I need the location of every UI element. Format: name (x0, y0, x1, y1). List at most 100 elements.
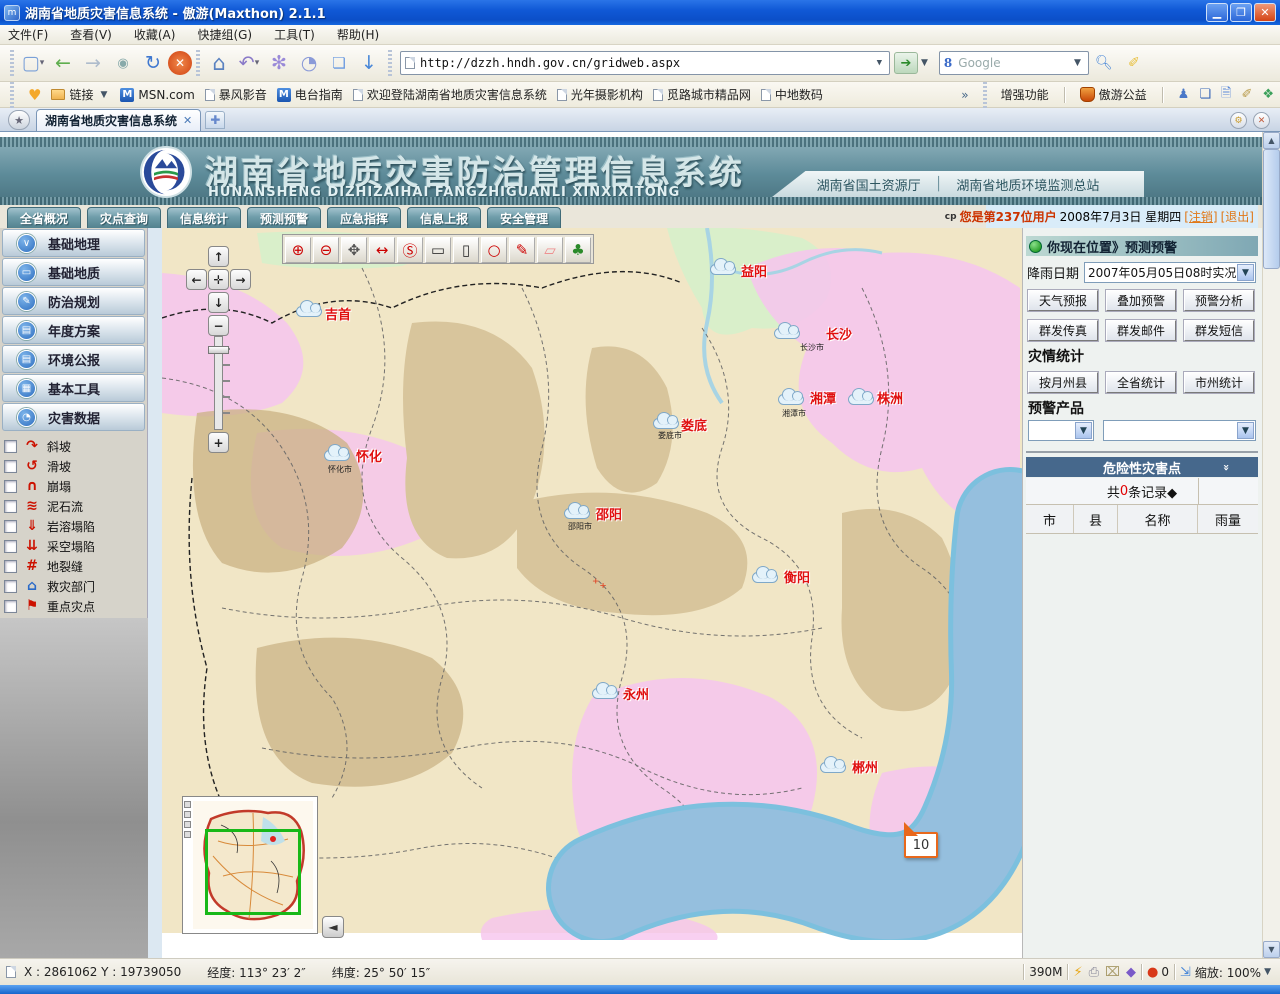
tab-active[interactable]: 湖南省地质灾害信息系统 ✕ (36, 109, 201, 131)
undo-icon[interactable]: ↶▾ (234, 48, 264, 78)
nav-tab-query[interactable]: 灾点查询 (87, 207, 161, 228)
boost-icon[interactable]: ⚡︎ (1073, 965, 1082, 980)
warning-analysis-button[interactable]: 预警分析 (1184, 290, 1254, 311)
zoom-dropdown-icon[interactable]: ▼ (1261, 967, 1274, 977)
nav-tab-forecast[interactable]: 预测预警 (247, 207, 321, 228)
search-engine-icon[interactable]: 8 (944, 56, 952, 70)
pan-up-button[interactable]: ↑ (208, 246, 229, 267)
sidebar-item-basegeology[interactable]: ▭基础地质 (2, 258, 145, 286)
charity-link[interactable]: 傲游公益 (1080, 86, 1147, 103)
menu-file[interactable]: 文件(F) (8, 26, 48, 43)
link-links[interactable]: 链接▼ (51, 86, 110, 103)
chevron-down-icon[interactable]: ▼ (1237, 422, 1254, 439)
layer-ground-fissure[interactable]: #地裂缝 (4, 556, 147, 576)
layer-landslide[interactable]: ↺滑坡 (4, 456, 147, 476)
menu-favorites[interactable]: 收藏(A) (134, 26, 176, 43)
link-baofeng[interactable]: 暴风影音 (205, 86, 267, 103)
tab-list-star-icon[interactable]: ★ (8, 110, 30, 130)
map-viewport[interactable]: ⊕ ⊖ ✥ ↔ Ⓢ ▭ ▯ ○ ✎ ▱ ♣ ↑ ← ✛ → ↓ − + 吉首 益… (162, 228, 1022, 940)
monthly-county-button[interactable]: 按月州县 (1028, 372, 1098, 393)
eraser-icon[interactable]: ▱ (537, 237, 563, 263)
mass-email-button[interactable]: 群发邮件 (1106, 320, 1176, 341)
province-stats-button[interactable]: 全省统计 (1106, 372, 1176, 393)
layer-mining-subsidence[interactable]: ⇊采空塌陷 (4, 536, 147, 556)
checkbox[interactable] (4, 600, 17, 613)
menu-view[interactable]: 查看(V) (70, 26, 112, 43)
link-zhongdi[interactable]: 中地数码 (761, 86, 823, 103)
history-icon[interactable]: ◔ (294, 48, 324, 78)
tab-close-icon[interactable]: ✕ (183, 114, 192, 127)
close-button[interactable]: ✕ (1254, 3, 1276, 22)
enhance-features-link[interactable]: 增强功能 (1001, 86, 1049, 103)
menu-help[interactable]: 帮助(H) (337, 26, 379, 43)
scroll-down-icon[interactable]: ▼ (1263, 941, 1280, 958)
nav-tab-stats[interactable]: 信息统计 (167, 207, 241, 228)
checkbox[interactable] (4, 580, 17, 593)
zoom-minus-button[interactable]: − (208, 315, 229, 336)
checkbox[interactable] (4, 500, 17, 513)
link-photo[interactable]: 光年摄影机构 (557, 86, 643, 103)
layer-karst-subsidence[interactable]: ⇓岩溶塌陷 (4, 516, 147, 536)
user-icon[interactable]: ♟ (1178, 87, 1190, 102)
danger-points-header[interactable]: 危险性灾害点 » (1026, 457, 1258, 477)
go-button[interactable]: ➔ (894, 52, 918, 74)
link-hunan-geo[interactable]: 欢迎登陆湖南省地质灾害信息系统 (353, 86, 547, 103)
measure-icon[interactable]: ↔ (369, 237, 395, 263)
overview-collapse-button[interactable]: ◄ (322, 916, 344, 938)
ad-filter-icon[interactable]: ● (1147, 965, 1158, 980)
scale-icon[interactable]: Ⓢ (397, 237, 423, 263)
nav-tab-overview[interactable]: 全省概况 (7, 207, 81, 228)
page-scrollbar[interactable]: ▲ ▼ (1262, 132, 1280, 958)
notes-icon[interactable]: 🗎︎ (1221, 84, 1231, 106)
link-radio[interactable]: M电台指南 (277, 86, 343, 103)
sidebar-item-env-bulletin[interactable]: ▤环境公报 (2, 345, 145, 373)
resize-icon[interactable]: ⇲ (1180, 965, 1191, 980)
new-tab-button[interactable]: ✚ (205, 111, 225, 129)
pan-left-button[interactable]: ← (186, 269, 207, 290)
sidebar-item-annual-plan[interactable]: ▤年度方案 (2, 316, 145, 344)
layer-key-points[interactable]: ⚑重点灾点 (4, 596, 147, 616)
search-box[interactable]: 8 Google ▼ (939, 51, 1089, 75)
window-list-icon[interactable]: ❏ (324, 48, 354, 78)
zoom-plus-button[interactable]: + (208, 432, 229, 453)
pan-right-button[interactable]: → (230, 269, 251, 290)
zoom-slider-handle[interactable] (208, 346, 229, 354)
pan-down-button[interactable]: ↓ (208, 292, 229, 313)
overview-mini-buttons[interactable] (184, 801, 191, 838)
checkbox[interactable] (4, 440, 17, 453)
stop-icon[interactable]: ✕ (168, 51, 192, 75)
logout-link[interactable]: [注销] (1184, 208, 1217, 225)
warning-flag-marker[interactable]: 10 (904, 832, 938, 858)
zoom-level[interactable]: 缩放: 100% (1195, 964, 1261, 981)
printer-icon[interactable]: ⎙︎ (1089, 965, 1099, 980)
mass-fax-button[interactable]: 群发传真 (1028, 320, 1098, 341)
address-bar[interactable]: http://dzzh.hndh.gov.cn/gridweb.aspx ▼ (400, 51, 890, 75)
notepad-icon[interactable]: ◆ (1126, 965, 1136, 980)
go-dropdown-icon[interactable]: ▼ (918, 58, 931, 68)
sidebar-item-planning[interactable]: ✎防治规划 (2, 287, 145, 315)
double-chevron-icon[interactable]: » (1220, 463, 1233, 470)
menu-groups[interactable]: 快捷组(G) (197, 26, 252, 43)
weather-forecast-button[interactable]: 天气预报 (1028, 290, 1098, 311)
layer-rescue-dept[interactable]: ⌂救灾部门 (4, 576, 147, 596)
tabbar-settings-icon[interactable]: ⚙︎ (1230, 112, 1247, 129)
forward-icon[interactable]: → (78, 48, 108, 78)
links-overflow-icon[interactable]: » (961, 88, 968, 102)
back-icon[interactable]: ← (48, 48, 78, 78)
search-dropdown-icon[interactable]: ▼ (1071, 58, 1084, 68)
home-icon[interactable]: ⌂ (204, 48, 234, 78)
refresh-icon[interactable]: ↻ (138, 48, 168, 78)
scrollbar-thumb[interactable] (1263, 149, 1280, 269)
org-link-guotu[interactable]: 湖南省国土资源厅 (817, 175, 921, 194)
rect-zoom-out-icon[interactable]: ▯ (453, 237, 479, 263)
minimize-button[interactable]: ▁ (1206, 3, 1228, 22)
checkbox[interactable] (4, 540, 17, 553)
product-select-1[interactable]: ▼ (1028, 420, 1094, 441)
sidebar-item-disaster-data[interactable]: ◔灾害数据 (2, 403, 145, 431)
mass-sms-button[interactable]: 群发短信 (1184, 320, 1254, 341)
sidebar-item-basegeo[interactable]: ∨基础地理 (2, 229, 145, 257)
product-select-2[interactable]: ▼ (1103, 420, 1256, 441)
zoom-out-icon[interactable]: ⊖ (313, 237, 339, 263)
pan-icon[interactable]: ✥ (341, 237, 367, 263)
layer-debris-flow[interactable]: ≋泥石流 (4, 496, 147, 516)
